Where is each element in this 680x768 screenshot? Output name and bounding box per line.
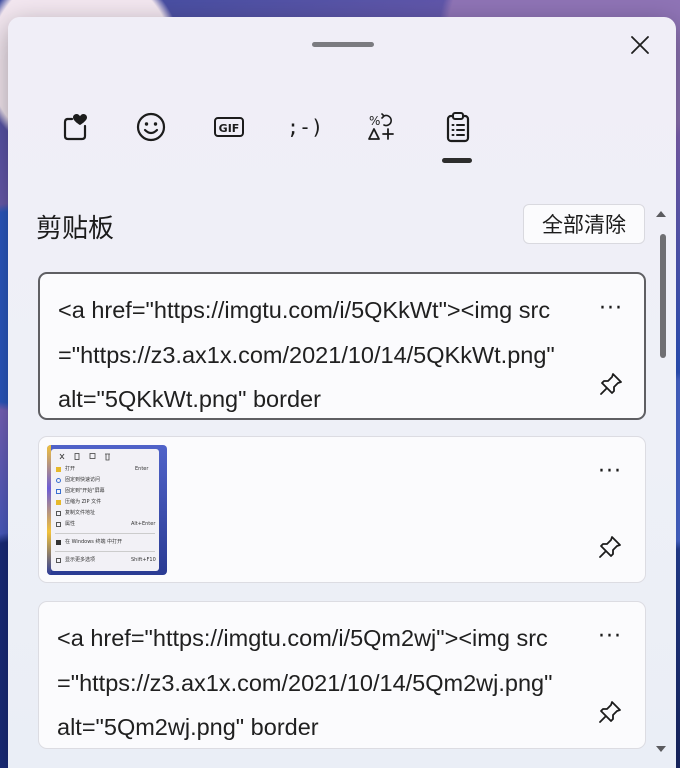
thumb-shortcut: Alt+Enter <box>131 521 156 527</box>
drag-handle[interactable] <box>312 42 374 47</box>
tab-symbols[interactable]: % <box>356 105 406 149</box>
zip-icon <box>56 500 61 505</box>
thumbnail-toolbar-icons <box>59 453 110 461</box>
clipboard-item-text: <a href="https://imgtu.com/i/5QKkWt"><im… <box>58 297 555 412</box>
thumb-row: 打开 <box>65 466 76 472</box>
more-icon: ··· <box>599 295 623 321</box>
more-options-icon <box>56 558 61 563</box>
close-button[interactable] <box>626 31 654 59</box>
more-options-button[interactable]: ··· <box>590 458 630 484</box>
tab-selected-indicator <box>442 158 472 163</box>
emoji-icon <box>136 112 166 142</box>
gif-icon: GIF <box>214 117 244 137</box>
thumb-divider <box>55 551 155 552</box>
tab-gif[interactable]: GIF <box>204 105 254 149</box>
clipboard-item[interactable]: <a href="https://imgtu.com/i/5Qm2wj"><im… <box>38 601 646 749</box>
pin-button[interactable] <box>594 531 626 563</box>
more-options-button[interactable]: ··· <box>590 623 630 649</box>
tab-favorites[interactable] <box>50 105 100 149</box>
clipboard-item[interactable]: <a href="https://imgtu.com/i/5QKkWt"><im… <box>38 272 646 420</box>
favorites-icon <box>63 114 87 141</box>
scrollbar-thumb[interactable] <box>660 234 666 358</box>
thumb-row: 属性 <box>65 521 76 527</box>
folder-icon <box>56 467 61 472</box>
thumb-shortcut: Enter <box>135 466 149 472</box>
clipboard-item-text: <a href="https://imgtu.com/i/5Qm2wj"><im… <box>57 625 553 740</box>
pin-icon <box>599 536 621 558</box>
more-options-button[interactable]: ··· <box>591 295 631 321</box>
kaomoji-icon: ;-) <box>286 115 324 139</box>
terminal-icon <box>56 540 61 545</box>
thumb-divider <box>55 533 155 534</box>
pin-icon <box>600 373 622 395</box>
svg-text:%: % <box>369 114 380 128</box>
thumb-shortcut: Shift+F10 <box>131 557 156 563</box>
thumb-row: 复制文件地址 <box>65 510 96 516</box>
pin-icon <box>56 489 61 494</box>
symbols-icon: % <box>368 113 394 140</box>
pin-button[interactable] <box>594 696 626 728</box>
thumb-row: 固定到快速访问 <box>65 477 101 483</box>
scroll-up-arrow-icon <box>656 211 666 217</box>
close-icon <box>631 36 649 54</box>
thumb-row: 显示更多选项 <box>65 557 96 563</box>
copy-path-icon <box>56 511 61 516</box>
more-icon: ··· <box>598 458 622 484</box>
pin-icon <box>599 701 621 723</box>
svg-text:GIF: GIF <box>219 122 240 135</box>
thumbnail-context-menu: 打开 固定到快速访问 固定到"开始"屏幕 压缩为 ZIP 文件 复制文件地址 属… <box>51 449 159 571</box>
thumb-row: 压缩为 ZIP 文件 <box>65 499 102 505</box>
clipboard-panel: GIF ;-) % 剪贴板 全部清除 <a href="https://imgt… <box>8 17 676 768</box>
tab-clipboard[interactable] <box>433 105 483 149</box>
clipboard-icon <box>446 112 470 143</box>
star-icon <box>56 478 61 483</box>
properties-icon <box>56 522 61 527</box>
pin-button[interactable] <box>595 368 627 400</box>
thumb-row: 在 Windows 终端 中打开 <box>65 539 123 545</box>
thumb-row: 固定到"开始"屏幕 <box>65 488 105 494</box>
tab-kaomoji[interactable]: ;-) <box>280 105 330 149</box>
clipboard-item-image[interactable]: 打开 固定到快速访问 固定到"开始"屏幕 压缩为 ZIP 文件 复制文件地址 属… <box>38 436 646 583</box>
more-icon: ··· <box>598 623 622 649</box>
thumbnail-edge <box>47 445 51 575</box>
tab-emoji[interactable] <box>126 105 176 149</box>
scroll-down-arrow-icon <box>656 746 666 752</box>
clear-all-button[interactable]: 全部清除 <box>523 204 645 244</box>
image-thumbnail: 打开 固定到快速访问 固定到"开始"屏幕 压缩为 ZIP 文件 复制文件地址 属… <box>47 445 167 575</box>
page-title: 剪贴板 <box>36 214 115 244</box>
